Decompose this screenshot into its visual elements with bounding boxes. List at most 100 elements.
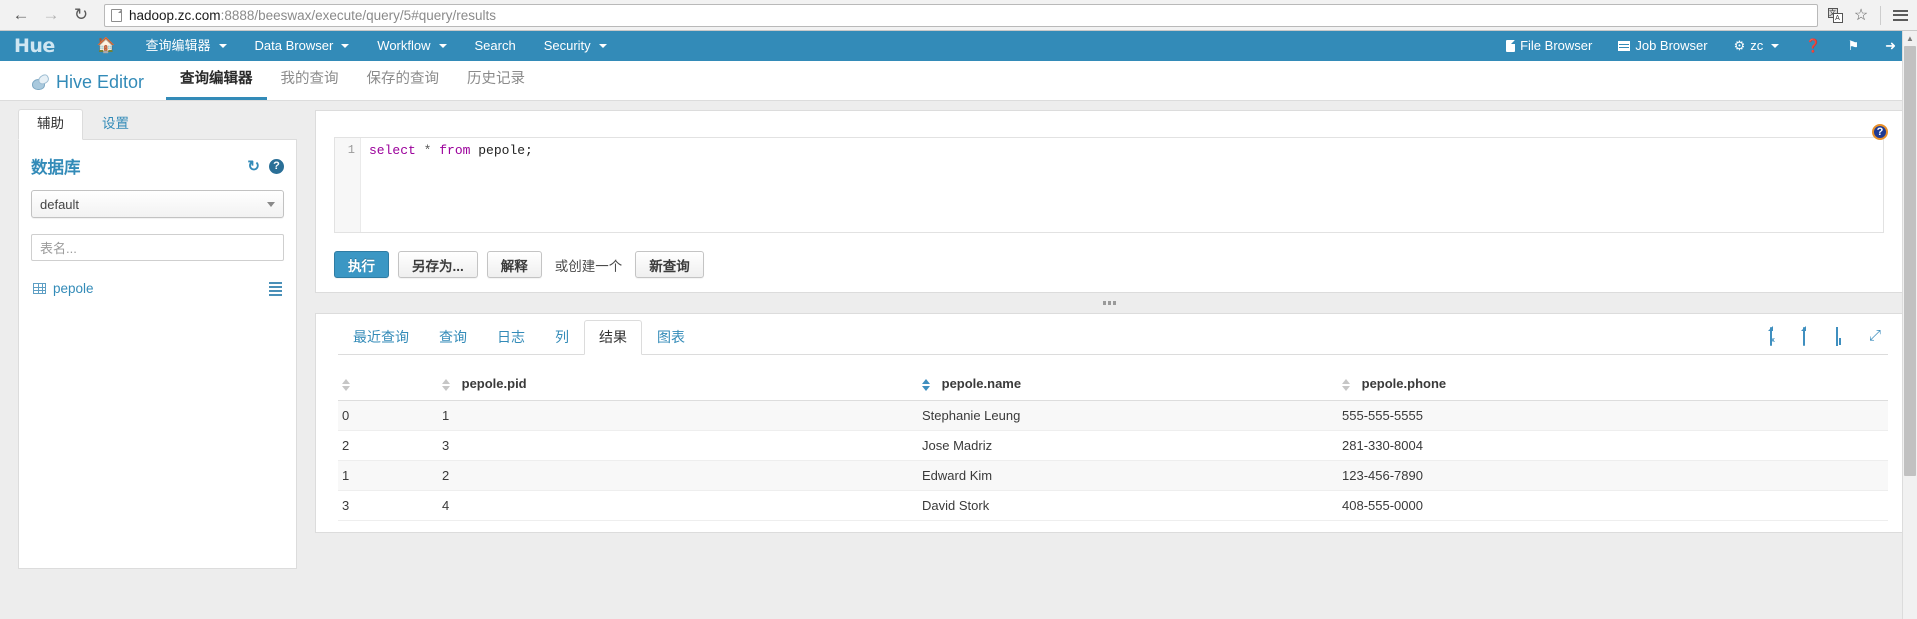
cell-phone: 281-330-8004: [1338, 430, 1888, 461]
url-text: hadoop.zc.com:8888/beeswax/execute/query…: [129, 8, 496, 23]
results-panel: x ⤢ 最近查询 查询 日志 列 结果 图表 pepole.pid pepole…: [315, 313, 1903, 533]
nav-item-user-menu[interactable]: ⚙ zc: [1721, 31, 1793, 61]
tab-history[interactable]: 历史记录: [453, 67, 539, 100]
sort-icon[interactable]: [1342, 378, 1351, 391]
save-as-button[interactable]: 另存为...: [398, 251, 478, 278]
editor-line-numbers: 1: [335, 138, 361, 232]
chevron-down-icon: [267, 201, 275, 207]
table-filter-input[interactable]: 表名...: [31, 234, 284, 261]
drag-handle-icon[interactable]: [1102, 301, 1116, 305]
sidebar-table-item-pepole[interactable]: pepole: [31, 279, 284, 298]
nav-item-security[interactable]: Security: [530, 31, 621, 61]
tab-query-editor[interactable]: 查询编辑器: [166, 67, 267, 100]
results-tab-logs[interactable]: 日志: [482, 320, 540, 355]
explain-button[interactable]: 解释: [486, 251, 542, 278]
tab-my-queries[interactable]: 我的查询: [267, 67, 353, 100]
url-host: hadoop.zc.com: [129, 7, 221, 23]
list-menu-icon[interactable]: [269, 281, 282, 296]
cell-index: 1: [338, 460, 438, 491]
page-scrollbar[interactable]: ▲: [1902, 31, 1917, 619]
nav-item-data-browser[interactable]: Data Browser: [241, 31, 364, 61]
sql-keyword-select: select: [369, 143, 416, 158]
translate-icon[interactable]: 文A: [1824, 4, 1846, 26]
nav-home-icon[interactable]: 🏠: [81, 31, 132, 61]
sidebar-tab-assist[interactable]: 辅助: [18, 109, 83, 140]
cell-pid: 1: [438, 400, 918, 431]
address-bar[interactable]: hadoop.zc.com:8888/beeswax/execute/query…: [104, 3, 1818, 27]
hue-logo[interactable]: Hue: [14, 35, 55, 57]
save-results-icon[interactable]: [1836, 327, 1851, 346]
chevron-down-icon: [341, 44, 350, 48]
refresh-icon[interactable]: ↻: [247, 157, 260, 175]
cell-name: Jose Madriz: [918, 430, 1338, 461]
expand-icon[interactable]: ⤢: [1869, 328, 1884, 345]
cell-index: 0: [338, 400, 438, 431]
nav-item-file-browser[interactable]: File Browser: [1493, 31, 1605, 61]
column-header-pid[interactable]: pepole.pid: [438, 369, 918, 401]
column-header-index[interactable]: [338, 369, 438, 401]
main-layout: 辅助 设置 数据库 ↻ ? default 表名... pepole ? 1 s…: [0, 31, 1917, 619]
results-tab-chart[interactable]: 图表: [642, 320, 700, 355]
database-select[interactable]: default: [31, 190, 284, 218]
editor-code[interactable]: select * from pepole;: [361, 138, 1883, 232]
export-excel-icon[interactable]: x: [1770, 327, 1785, 346]
nav-label: 查询编辑器: [145, 38, 211, 53]
sql-editor[interactable]: 1 select * from pepole;: [334, 137, 1884, 233]
results-tab-recent-queries[interactable]: 最近查询: [338, 320, 424, 355]
execute-button[interactable]: 执行: [334, 251, 389, 278]
nav-item-job-browser[interactable]: Job Browser: [1605, 31, 1720, 61]
results-tab-results[interactable]: 结果: [584, 320, 642, 355]
star-icon[interactable]: ☆: [1850, 4, 1872, 26]
sort-icon[interactable]: [342, 378, 351, 391]
sort-icon[interactable]: [442, 378, 451, 391]
file-browser-icon: [1506, 40, 1516, 52]
export-csv-icon[interactable]: [1803, 327, 1818, 346]
table-filter-placeholder: 表名...: [40, 241, 77, 256]
column-label: pepole.phone: [1361, 376, 1447, 391]
results-tab-columns[interactable]: 列: [540, 320, 584, 355]
help-circle-icon[interactable]: ?: [269, 158, 284, 174]
table-row[interactable]: 2 3 Jose Madriz 281-330-8004: [338, 430, 1888, 461]
page-info-icon[interactable]: [111, 8, 122, 22]
column-label: pepole.name: [941, 376, 1022, 391]
column-header-phone[interactable]: pepole.phone: [1338, 369, 1888, 401]
table-name-label: pepole: [53, 281, 94, 296]
cell-phone: 123-456-7890: [1338, 460, 1888, 491]
sort-icon-active[interactable]: [922, 378, 931, 391]
chevron-down-icon: [438, 44, 447, 48]
nav-help-icon[interactable]: ❓: [1792, 31, 1834, 61]
back-arrow-icon[interactable]: ←: [6, 2, 36, 28]
browser-actions: 文A ☆: [1824, 4, 1911, 26]
results-tab-query[interactable]: 查询: [424, 320, 482, 355]
nav-label: Data Browser: [254, 38, 334, 53]
scroll-up-arrow-icon[interactable]: ▲: [1903, 31, 1917, 46]
cell-phone: 555-555-5555: [1338, 400, 1888, 431]
nav-label: zc: [1750, 38, 1764, 53]
sidebar-tab-settings[interactable]: 设置: [83, 109, 148, 140]
flag-icon[interactable]: ⚑: [1834, 31, 1872, 61]
forward-arrow-icon[interactable]: →: [36, 2, 66, 28]
column-header-name[interactable]: pepole.name: [918, 369, 1338, 401]
hamburger-menu-icon[interactable]: [1889, 4, 1911, 26]
hue-navbar: Hue 🏠 查询编辑器 Data Browser Workflow Search…: [0, 31, 1917, 61]
panel-splitter[interactable]: [315, 293, 1903, 313]
table-row[interactable]: 3 4 David Stork 408-555-0000: [338, 490, 1888, 521]
cell-name: David Stork: [918, 490, 1338, 521]
nav-item-search[interactable]: Search: [461, 31, 530, 61]
cell-index: 3: [338, 490, 438, 521]
new-query-button[interactable]: 新查询: [635, 251, 704, 278]
tab-saved-queries[interactable]: 保存的查询: [353, 67, 454, 100]
nav-item-query-editor[interactable]: 查询编辑器: [132, 31, 241, 61]
table-row[interactable]: 1 2 Edward Kim 123-456-7890: [338, 460, 1888, 491]
help-circle-icon[interactable]: ?: [1872, 124, 1888, 140]
sql-keyword-from: from: [439, 143, 471, 158]
column-label: pepole.pid: [461, 376, 527, 391]
url-path: :8888/beeswax/execute/query/5#query/resu…: [220, 7, 496, 23]
database-label: 数据库: [31, 159, 81, 177]
nav-item-workflow[interactable]: Workflow: [363, 31, 460, 61]
reload-icon[interactable]: ↻: [66, 2, 96, 28]
cell-pid: 3: [438, 430, 918, 461]
nav-label: Workflow: [377, 38, 431, 53]
scrollbar-thumb[interactable]: [1904, 46, 1916, 476]
table-row[interactable]: 0 1 Stephanie Leung 555-555-5555: [338, 400, 1888, 431]
